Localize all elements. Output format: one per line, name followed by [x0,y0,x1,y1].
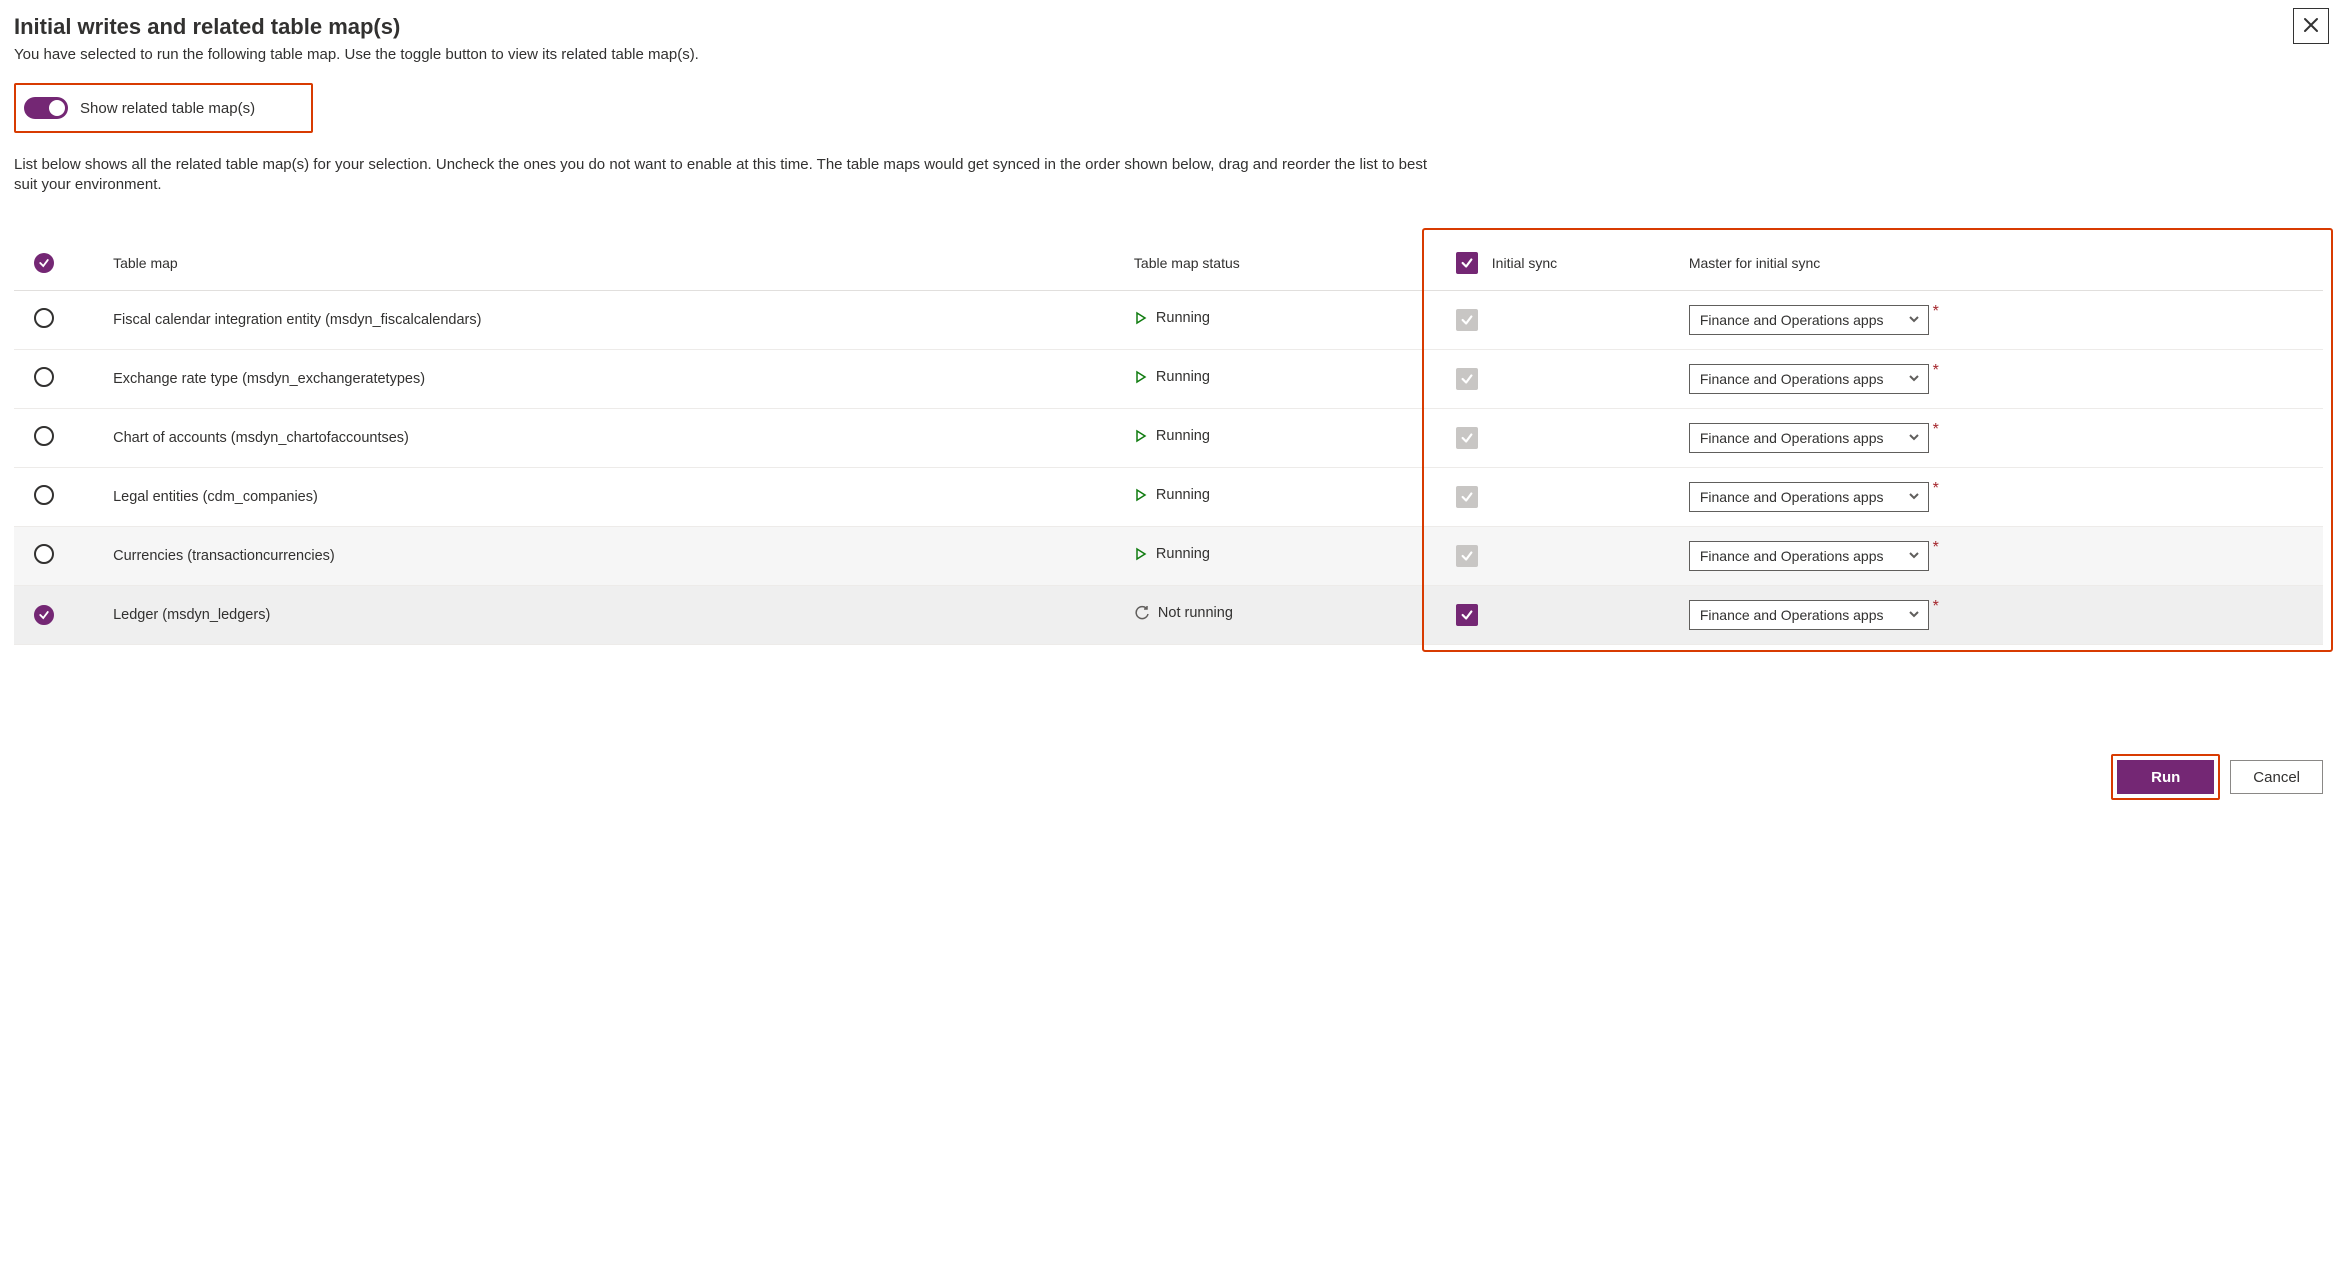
table-header-row: Table map Table map status Initial sync … [14,236,2323,291]
master-select-value: Finance and Operations apps [1700,371,1884,387]
run-button[interactable]: Run [2117,760,2214,794]
col-header-name: Table map [103,236,1124,291]
initial-sync-checkbox[interactable] [1456,604,1478,626]
row-name: Exchange rate type (msdyn_exchangeratety… [103,349,1124,408]
row-name: Legal entities (cdm_companies) [103,467,1124,526]
row-radio[interactable] [34,426,54,446]
close-button[interactable] [2293,8,2329,44]
table-row[interactable]: Currencies (transactioncurrencies) Runnin… [14,526,2323,585]
row-name: Currencies (transactioncurrencies) [103,526,1124,585]
chevron-down-icon [1908,548,1920,564]
master-select-value: Finance and Operations apps [1700,430,1884,446]
master-select-value: Finance and Operations apps [1700,607,1884,623]
master-select[interactable]: Finance and Operations apps [1689,364,1929,394]
master-select[interactable]: Finance and Operations apps [1689,482,1929,512]
row-status: Running [1134,310,1210,326]
table-row[interactable]: Exchange rate type (msdyn_exchangeratety… [14,349,2323,408]
row-status-label: Running [1156,546,1210,562]
row-status: Running [1134,369,1210,385]
table-row[interactable]: Ledger (msdyn_ledgers) Not running Finance… [14,585,2323,644]
play-icon [1134,370,1148,384]
master-select-value: Finance and Operations apps [1700,489,1884,505]
chevron-down-icon [1908,607,1920,623]
required-indicator: * [1933,362,1939,380]
table-map-table: Table map Table map status Initial sync … [14,236,2323,645]
table-row[interactable]: Legal entities (cdm_companies) Running Fin… [14,467,2323,526]
chevron-down-icon [1908,312,1920,328]
dialog-intro: You have selected to run the following t… [14,46,2323,63]
initial-sync-header-label: Initial sync [1492,255,1557,271]
row-name: Chart of accounts (msdyn_chartofaccounts… [103,408,1124,467]
show-related-toggle-label: Show related table map(s) [80,100,255,117]
initial-sync-checkbox [1456,486,1478,508]
play-icon [1134,311,1148,325]
row-status-label: Running [1156,428,1210,444]
row-status: Running [1134,546,1210,562]
chevron-down-icon [1908,430,1920,446]
row-radio[interactable] [34,544,54,564]
row-radio[interactable] [34,605,54,625]
master-select[interactable]: Finance and Operations apps [1689,600,1929,630]
col-header-status: Table map status [1124,236,1432,291]
required-indicator: * [1933,303,1939,321]
play-icon [1134,488,1148,502]
initial-sync-checkbox [1456,309,1478,331]
list-description: List below shows all the related table m… [14,155,1454,196]
row-radio[interactable] [34,485,54,505]
master-select[interactable]: Finance and Operations apps [1689,423,1929,453]
close-icon [2303,17,2319,36]
col-header-initial-sync: Initial sync [1432,236,1675,291]
dialog-footer: Run Cancel [2111,754,2323,800]
table-row[interactable]: Fiscal calendar integration entity (msdy… [14,290,2323,349]
master-select-value: Finance and Operations apps [1700,312,1884,328]
show-related-toggle[interactable] [24,97,68,119]
run-button-highlight: Run [2111,754,2220,800]
initial-sync-header-checkbox[interactable] [1456,252,1478,274]
row-radio[interactable] [34,308,54,328]
row-radio[interactable] [34,367,54,387]
required-indicator: * [1933,421,1939,439]
row-status-label: Running [1156,487,1210,503]
cancel-button[interactable]: Cancel [2230,760,2323,794]
initial-sync-checkbox [1456,368,1478,390]
row-name: Fiscal calendar integration entity (msdy… [103,290,1124,349]
play-icon [1134,547,1148,561]
row-name: Ledger (msdyn_ledgers) [103,585,1124,644]
master-select[interactable]: Finance and Operations apps [1689,305,1929,335]
row-status-label: Running [1156,310,1210,326]
row-status: Running [1134,487,1210,503]
required-indicator: * [1933,598,1939,616]
master-select[interactable]: Finance and Operations apps [1689,541,1929,571]
row-status: Not running [1134,605,1233,621]
initial-sync-checkbox [1456,427,1478,449]
table-row[interactable]: Chart of accounts (msdyn_chartofaccounts… [14,408,2323,467]
initial-sync-checkbox [1456,545,1478,567]
required-indicator: * [1933,539,1939,557]
chevron-down-icon [1908,489,1920,505]
row-status: Running [1134,428,1210,444]
show-related-toggle-container: Show related table map(s) [14,83,313,133]
master-select-value: Finance and Operations apps [1700,548,1884,564]
table-map-table-container: Table map Table map status Initial sync … [14,236,2323,645]
play-icon [1134,429,1148,443]
select-all-radio[interactable] [34,253,54,273]
initial-writes-dialog: Initial writes and related table map(s) … [0,0,2337,820]
row-status-label: Not running [1158,605,1233,621]
col-header-master: Master for initial sync [1675,236,2323,291]
chevron-down-icon [1908,371,1920,387]
not-running-icon [1134,605,1150,621]
required-indicator: * [1933,480,1939,498]
dialog-title: Initial writes and related table map(s) [14,14,2323,40]
row-status-label: Running [1156,369,1210,385]
